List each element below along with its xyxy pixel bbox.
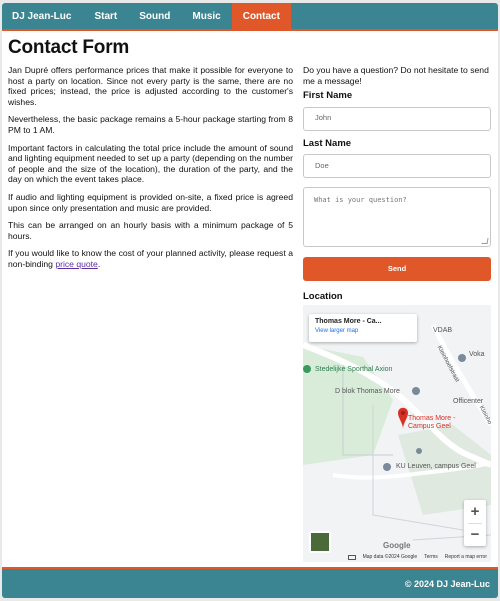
footer: © 2024 DJ Jean-Luc — [2, 567, 498, 598]
view-larger-map-link[interactable]: View larger map — [315, 328, 411, 334]
footer-copyright: © 2024 DJ Jean-Luc — [404, 578, 490, 589]
intro-paragraph: Jan Dupré offers performance prices that… — [8, 65, 293, 107]
map-label-campus: Thomas More - Campus Geel — [408, 415, 455, 431]
price-quote-link[interactable]: price quote — [55, 259, 98, 269]
intro-text: Jan Dupré offers performance prices that… — [8, 65, 293, 277]
map-label-dblok: D blok Thomas More — [335, 388, 400, 395]
quote-paragraph-text: If you would like to know the cost of yo… — [8, 248, 293, 269]
top-nav: DJ Jean-Luc Start Sound Music Contact — [2, 3, 498, 31]
map-label-campus-line1: Thomas More - — [408, 415, 456, 422]
location-label: Location — [303, 291, 343, 303]
last-name-label: Last Name — [303, 137, 352, 149]
map-zoom-controls: + − — [464, 500, 486, 546]
map-label-sporthal: Stedelijke Sporthal Axion — [315, 366, 393, 373]
quote-paragraph: If you would like to know the cost of yo… — [8, 248, 293, 269]
google-logo: Google — [383, 541, 411, 550]
quote-paragraph-end: . — [97, 258, 101, 269]
page: DJ Jean-Luc Start Sound Music Contact Co… — [2, 3, 498, 598]
satellite-toggle[interactable] — [309, 531, 331, 553]
message-textarea[interactable]: What is your question? — [303, 187, 491, 248]
first-name-label: First Name — [303, 90, 353, 102]
intro-paragraph: This can be arranged on an hourly basis … — [8, 220, 293, 241]
report-error-link[interactable]: Report a map error — [445, 554, 487, 560]
keyboard-shortcuts-icon[interactable] — [347, 554, 356, 560]
map-data-text: Map data ©2024 Google — [362, 554, 418, 560]
zoom-out-button[interactable]: − — [464, 523, 486, 546]
first-name-field[interactable]: John — [303, 106, 491, 131]
intro-paragraph: If audio and lighting equipment is provi… — [8, 191, 293, 213]
nav-item-start[interactable]: Start — [83, 3, 128, 29]
last-name-field[interactable]: Doe — [303, 154, 491, 179]
resize-handle-icon[interactable] — [481, 238, 489, 245]
nav-item-contact[interactable]: Contact — [231, 3, 291, 29]
map-background — [303, 305, 491, 562]
send-button[interactable]: Send — [303, 257, 491, 282]
map-attribution: Map data ©2024 Google Terms Report a map… — [303, 552, 491, 562]
nav-item-music[interactable]: Music — [181, 3, 231, 29]
zoom-divider — [468, 523, 482, 524]
location-map[interactable]: Thomas More - Ca... View larger map VDAB… — [303, 305, 491, 562]
brand-link[interactable]: DJ Jean-Luc — [2, 3, 83, 29]
map-label-kuleuven: KU Leuven, campus Geel — [396, 463, 476, 470]
zoom-in-button[interactable]: + — [464, 500, 486, 523]
map-label-voka: Voka — [469, 351, 485, 358]
page-title: Contact Form — [8, 37, 130, 58]
nav-item-sound[interactable]: Sound — [128, 3, 181, 29]
map-label-campus-line2: Campus Geel — [408, 423, 451, 430]
terms-link[interactable]: Terms — [424, 554, 438, 560]
map-place-title: Thomas More - Ca... — [315, 318, 382, 325]
question-prompt: Do you have a question? Do not hesitate … — [303, 65, 489, 86]
contact-form: Do you have a question? Do not hesitate … — [303, 65, 491, 303]
intro-paragraph: Important factors in calculating the tot… — [8, 142, 293, 185]
intro-paragraph: Nevertheless, the basic package remains … — [8, 114, 293, 135]
map-label-officenter: Officenter — [453, 398, 484, 405]
map-place-card: Thomas More - Ca... View larger map — [309, 314, 417, 342]
map-label-vdab: VDAB — [433, 327, 453, 334]
message-placeholder: What is your question? — [314, 196, 407, 205]
